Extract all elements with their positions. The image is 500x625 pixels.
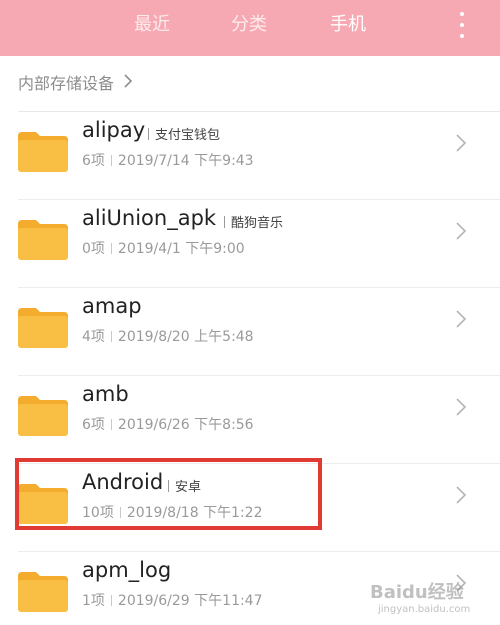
chevron-right-icon <box>454 396 468 418</box>
folder-meta: 1项 2019/6/29 下午11:47 <box>82 593 263 609</box>
breadcrumb-label: 内部存储设备 <box>18 74 115 93</box>
folder-row-amb[interactable]: amb 6项 2019/6/26 下午8:56 <box>0 376 500 464</box>
tab-phone[interactable]: 手机 <box>330 0 366 50</box>
folder-meta: 6项 2019/7/14 下午9:43 <box>82 153 254 169</box>
folder-meta: 0项 2019/4/1 下午9:00 <box>82 241 245 257</box>
folder-meta: 6项 2019/6/26 下午8:56 <box>82 417 254 433</box>
chevron-right-icon <box>454 132 468 154</box>
more-vertical-icon[interactable] <box>452 12 472 38</box>
folder-icon <box>18 572 68 612</box>
folder-name: amb <box>82 382 129 406</box>
folder-list: alipay 支付宝钱包 6项 2019/7/14 下午9:43 aliUnion… <box>0 112 500 625</box>
folder-name: amap <box>82 294 142 318</box>
folder-tag: 酷狗音乐 <box>224 212 283 231</box>
folder-row-android[interactable]: Android 安卓 10项 2019/8/18 下午1:22 <box>0 464 500 552</box>
chevron-right-icon <box>123 70 133 98</box>
folder-meta: 10项 2019/8/18 下午1:22 <box>82 505 263 521</box>
folder-tag: 安卓 <box>168 476 201 495</box>
folder-row-aliunion-apk[interactable]: aliUnion_apk 酷狗音乐 0项 2019/4/1 下午9:00 <box>0 200 500 288</box>
folder-name: alipay <box>82 118 146 142</box>
chevron-right-icon <box>454 308 468 330</box>
folder-icon <box>18 308 68 348</box>
watermark: Baidu经验 jingyan.baidu.com <box>370 576 496 620</box>
watermark-text: Baidu经验 <box>370 582 464 603</box>
folder-name: aliUnion_apk <box>82 206 217 230</box>
top-bar: 最近 分类 手机 <box>0 0 500 56</box>
folder-row-alipay[interactable]: alipay 支付宝钱包 6项 2019/7/14 下午9:43 <box>0 112 500 200</box>
folder-row-amap[interactable]: amap 4项 2019/8/20 上午5:48 <box>0 288 500 376</box>
folder-icon <box>18 484 68 524</box>
tab-category[interactable]: 分类 <box>231 0 267 50</box>
folder-icon <box>18 396 68 436</box>
folder-tag: 支付宝钱包 <box>148 124 220 143</box>
chevron-right-icon <box>454 220 468 242</box>
tab-recent[interactable]: 最近 <box>134 0 170 50</box>
folder-meta: 4项 2019/8/20 上午5:48 <box>82 329 254 345</box>
watermark-url: jingyan.baidu.com <box>378 604 471 615</box>
chevron-right-icon <box>454 484 468 506</box>
folder-icon <box>18 132 68 172</box>
folder-name: apm_log <box>82 558 172 582</box>
folder-icon <box>18 220 68 260</box>
breadcrumb[interactable]: 内部存储设备 <box>18 70 133 98</box>
folder-name: Android <box>82 470 164 494</box>
